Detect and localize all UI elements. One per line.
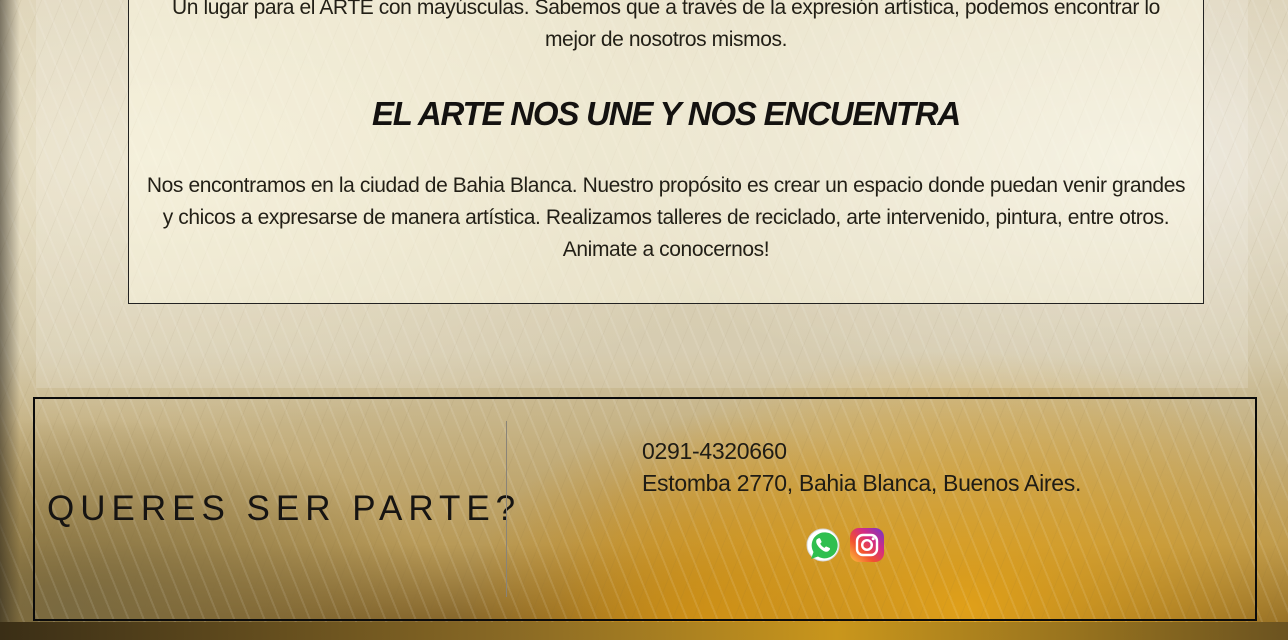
contact-address: Estomba 2770, Bahia Blanca, Buenos Aires… bbox=[642, 470, 1082, 496]
footer-contact: QUERES SER PARTE? 0291-4320660 Estomba 2… bbox=[33, 397, 1257, 621]
about-box: Un lugar para el ARTE con mayúsculas. Sa… bbox=[128, 0, 1204, 304]
about-tagline: EL ARTE NOS UNE Y NOS ENCUENTRA bbox=[371, 95, 961, 132]
about-section: Un lugar para el ARTE con mayúsculas. Sa… bbox=[36, 0, 1248, 388]
instagram-link[interactable] bbox=[849, 527, 885, 563]
about-intro-text: Un lugar para el ARTE con mayúsculas. Sa… bbox=[172, 0, 1160, 51]
contact-info: 0291-4320660 Estomba 2770, Bahia Blanca,… bbox=[642, 435, 1081, 499]
social-links bbox=[805, 527, 885, 563]
background-bottom-strip bbox=[0, 622, 1288, 640]
background-shadow bbox=[0, 0, 20, 640]
whatsapp-icon bbox=[806, 528, 840, 562]
whatsapp-link[interactable] bbox=[805, 527, 841, 563]
contact-phone: 0291-4320660 bbox=[642, 438, 787, 464]
footer-cta-heading: QUERES SER PARTE? bbox=[47, 489, 522, 528]
footer-divider bbox=[506, 421, 507, 597]
instagram-icon bbox=[850, 528, 884, 562]
about-description-text: Nos encontramos en la ciudad de Bahia Bl… bbox=[146, 174, 1186, 261]
